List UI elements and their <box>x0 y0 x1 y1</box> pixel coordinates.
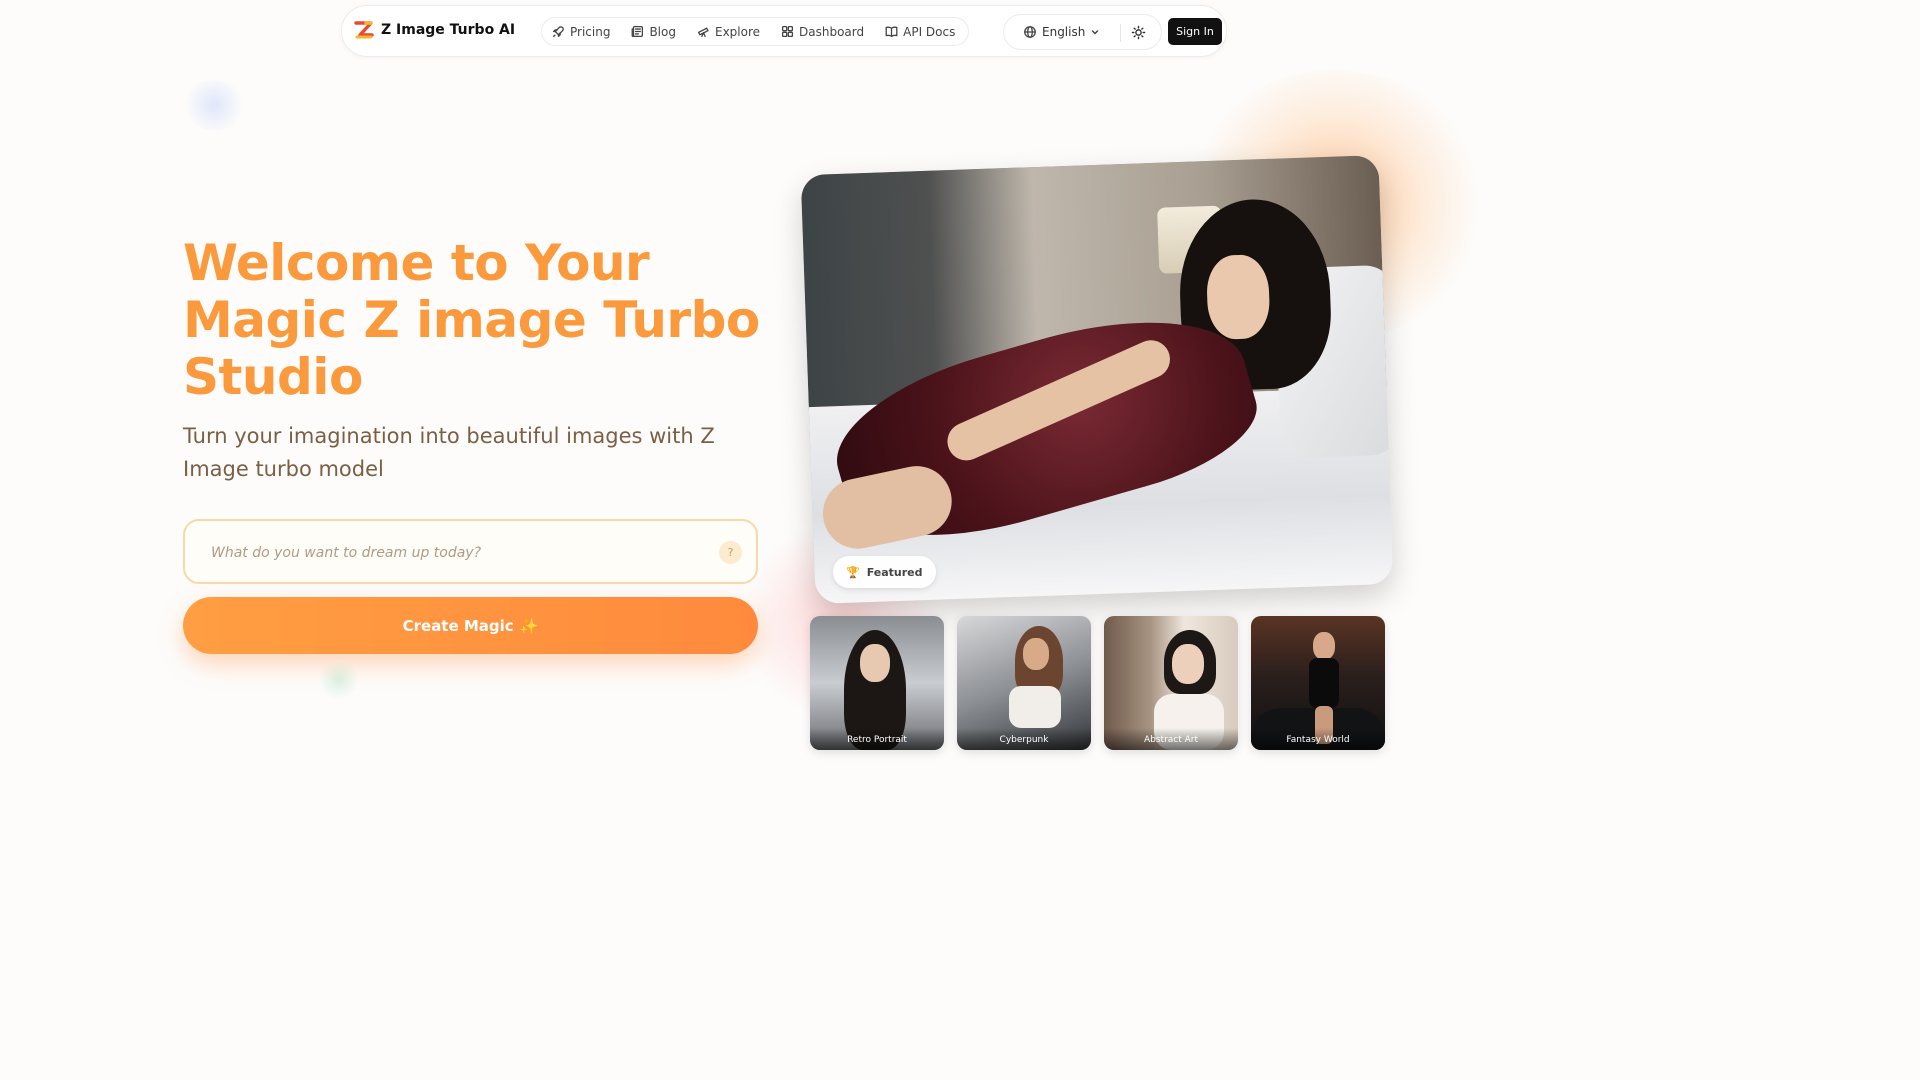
top-navbar: Z Image Turbo AI Pricing Blog Explore Da… <box>341 5 1227 57</box>
language-label: English <box>1042 25 1086 39</box>
sign-in-button[interactable]: Sign In <box>1168 18 1222 45</box>
decorative-glow-green <box>318 662 360 698</box>
language-select[interactable]: English <box>1023 25 1100 39</box>
sun-icon <box>1131 25 1146 40</box>
prompt-box: ? <box>183 519 758 584</box>
help-button[interactable]: ? <box>719 541 742 564</box>
rocket-icon <box>552 26 564 38</box>
nav-dashboard[interactable]: Dashboard <box>781 25 864 39</box>
featured-badge: 🏆 Featured <box>833 556 936 588</box>
thumb-face <box>1172 644 1204 684</box>
create-magic-label: Create Magic <box>402 616 514 635</box>
create-magic-button[interactable]: Create Magic ✨ <box>183 597 758 654</box>
book-icon <box>885 26 898 38</box>
thumb-face <box>860 644 890 682</box>
globe-icon <box>1024 26 1036 38</box>
thumb-face <box>1313 632 1335 660</box>
chevron-down-icon <box>1092 30 1099 35</box>
brand-logo-link[interactable]: Z Image Turbo AI <box>354 20 515 40</box>
z-logo-icon <box>354 21 374 39</box>
decorative-glow-blue <box>182 80 246 130</box>
brand-name: Z Image Turbo AI <box>381 22 516 38</box>
header-tools: English <box>1003 14 1162 50</box>
hero-title: Welcome to Your Magic Z image Turbo Stud… <box>183 234 760 406</box>
grid-icon <box>781 25 794 38</box>
style-thumb-label: Abstract Art <box>1104 728 1238 750</box>
featured-badge-label: Featured <box>866 565 923 579</box>
theme-toggle-button[interactable] <box>1131 25 1146 44</box>
thumb-dress <box>1309 658 1339 708</box>
nav-blog[interactable]: Blog <box>631 25 676 39</box>
style-thumb-retro-portrait[interactable]: Retro Portrait <box>810 616 944 750</box>
style-thumb-label: Cyberpunk <box>957 728 1091 750</box>
main-nav: Pricing Blog Explore Dashboard API Docs <box>541 17 969 46</box>
sparkle-icon: ✨ <box>519 616 539 635</box>
style-thumb-cyberpunk[interactable]: Cyberpunk <box>957 616 1091 750</box>
nav-pricing[interactable]: Pricing <box>552 25 610 39</box>
featured-image[interactable] <box>800 155 1394 604</box>
nav-dashboard-label: Dashboard <box>799 24 865 39</box>
thumb-face <box>1023 638 1049 670</box>
style-thumb-label: Retro Portrait <box>810 728 944 750</box>
nav-blog-label: Blog <box>649 24 676 39</box>
style-thumbnails: Retro Portrait Cyberpunk Abstract Art Fa… <box>810 616 1385 750</box>
nav-explore[interactable]: Explore <box>697 25 760 39</box>
nav-explore-label: Explore <box>714 24 761 39</box>
photo-face <box>1205 253 1271 341</box>
style-thumb-label: Fantasy World <box>1251 728 1385 750</box>
trophy-icon: 🏆 <box>846 565 860 579</box>
tools-divider <box>1120 24 1121 42</box>
nav-api-docs-label: API Docs <box>903 24 956 39</box>
thumb-top <box>1009 686 1061 728</box>
prompt-input[interactable] <box>211 541 691 565</box>
hero-subtitle: Turn your imagination into beautiful ima… <box>183 424 715 481</box>
nav-api-docs[interactable]: API Docs <box>885 25 955 39</box>
telescope-icon <box>697 27 709 38</box>
style-thumb-fantasy-world[interactable]: Fantasy World <box>1251 616 1385 750</box>
style-thumb-abstract-art[interactable]: Abstract Art <box>1104 616 1238 750</box>
nav-pricing-label: Pricing <box>570 24 611 39</box>
newspaper-icon <box>632 25 644 38</box>
